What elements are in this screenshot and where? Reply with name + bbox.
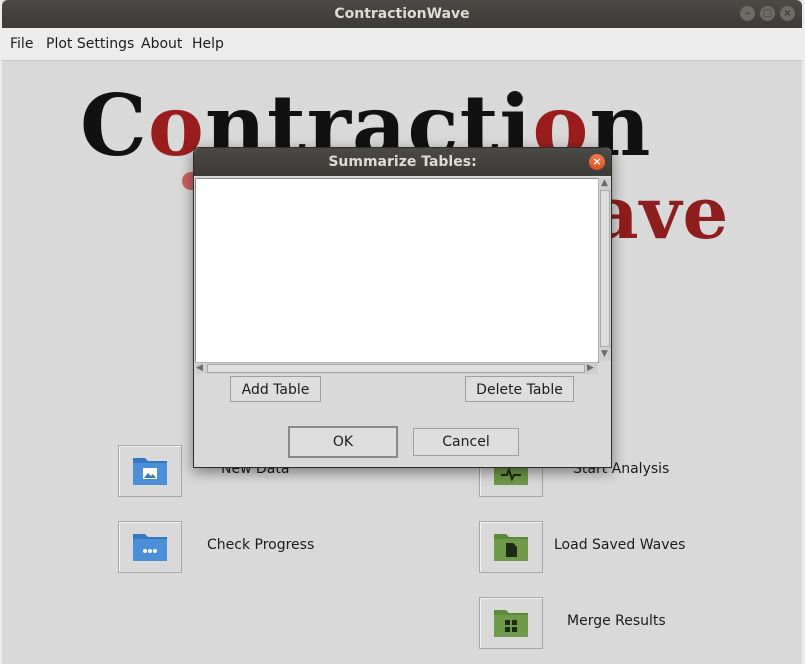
logo-wave: ave <box>592 170 730 255</box>
grid-folder-icon <box>494 610 528 637</box>
menu-help[interactable]: Help <box>192 36 224 52</box>
maximize-icon[interactable]: □ <box>760 6 775 21</box>
summarize-tables-dialog: Summarize Tables: × ▲ ▼ ◀ ▶ Add Table De… <box>193 147 612 468</box>
dialog-close-icon[interactable]: × <box>589 154 605 170</box>
vertical-scrollbar[interactable]: ▲ ▼ <box>598 178 611 361</box>
merge-results-button[interactable] <box>479 597 543 649</box>
cancel-button[interactable]: Cancel <box>413 428 519 456</box>
scroll-left-icon[interactable]: ◀ <box>196 363 203 374</box>
add-table-button[interactable]: Add Table <box>230 376 321 402</box>
delete-table-button[interactable]: Delete Table <box>465 376 574 402</box>
check-progress-label: Check Progress <box>207 537 315 553</box>
ok-button[interactable]: OK <box>288 426 398 458</box>
scroll-down-icon[interactable]: ▼ <box>601 349 608 360</box>
image-folder-icon <box>133 458 167 485</box>
dialog-titlebar[interactable]: Summarize Tables: × <box>194 148 611 176</box>
window-titlebar[interactable]: ContractionWave – □ × <box>2 0 802 28</box>
check-progress-button[interactable] <box>118 521 182 573</box>
minimize-icon[interactable]: – <box>740 6 755 21</box>
menu-about[interactable]: About <box>141 36 182 52</box>
horizontal-scrollbar[interactable]: ◀ ▶ <box>195 362 598 374</box>
new-data-button[interactable] <box>118 445 182 497</box>
document-folder-icon <box>494 534 528 561</box>
menu-bar: File Plot Settings About Help <box>2 28 802 61</box>
load-saved-waves-button[interactable] <box>479 521 543 573</box>
tables-listbox[interactable] <box>195 178 599 363</box>
menu-plot-settings[interactable]: Plot Settings <box>46 36 134 52</box>
window-title: ContractionWave <box>334 6 470 22</box>
menu-file[interactable]: File <box>10 36 33 52</box>
dialog-title: Summarize Tables: <box>328 154 477 170</box>
close-icon[interactable]: × <box>780 6 795 21</box>
scroll-right-icon[interactable]: ▶ <box>587 363 594 374</box>
vertical-scroll-thumb[interactable] <box>600 190 610 347</box>
merge-results-label: Merge Results <box>567 613 666 629</box>
scroll-up-icon[interactable]: ▲ <box>601 178 608 189</box>
horizontal-scroll-thumb[interactable] <box>207 364 585 373</box>
progress-folder-icon <box>133 534 167 561</box>
load-saved-waves-label: Load Saved Waves <box>554 537 686 553</box>
